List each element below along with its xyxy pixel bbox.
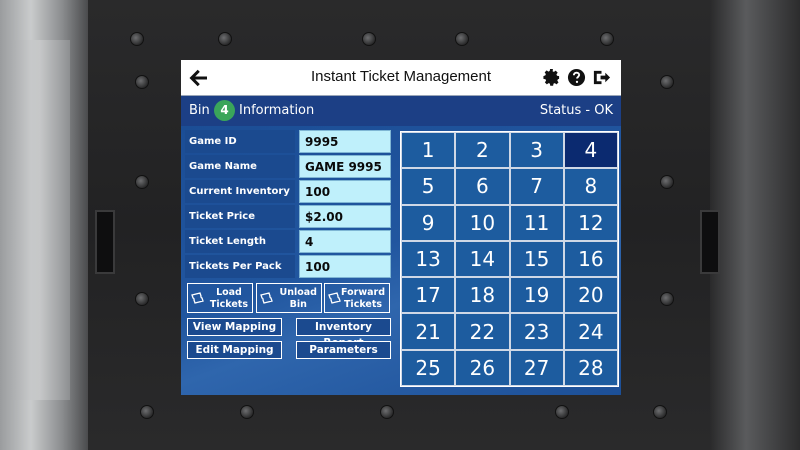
logout-icon[interactable]: [592, 68, 611, 87]
forward-label-2: Tickets: [343, 299, 383, 310]
bin-cell-2[interactable]: 2: [455, 132, 510, 169]
device-right-panel: [710, 0, 800, 450]
load-label-2: Tickets: [209, 299, 248, 310]
ticket-icon: [260, 292, 274, 304]
bin-cell-17[interactable]: 17: [401, 277, 456, 314]
bin-cell-7[interactable]: 7: [509, 168, 564, 205]
unload-label-1: Unload: [279, 287, 317, 298]
field-label: Tickets Per Pack: [185, 255, 295, 278]
field-value: 4: [299, 230, 391, 253]
bin-cell-23[interactable]: 23: [509, 313, 564, 350]
field-value: 100: [299, 180, 391, 203]
bin-cell-24[interactable]: 24: [563, 313, 618, 350]
bin-cell-11[interactable]: 11: [509, 204, 564, 241]
bin-cell-3[interactable]: 3: [509, 132, 564, 169]
ticket-price-field: Ticket Price $2.00: [185, 205, 391, 228]
field-label: Ticket Length: [185, 230, 295, 253]
game-id-field: Game ID 9995: [185, 130, 391, 153]
bin-cell-9[interactable]: 9: [401, 204, 456, 241]
header-bar: Instant Ticket Management: [181, 60, 621, 96]
bin-cell-25[interactable]: 25: [401, 349, 456, 386]
bin-cell-8[interactable]: 8: [563, 168, 618, 205]
bin-cell-13[interactable]: 13: [401, 240, 456, 278]
tickets-per-pack-field: Tickets Per Pack 100: [185, 255, 391, 278]
screw: [135, 75, 149, 89]
parameters-button[interactable]: Parameters: [296, 341, 391, 359]
screw: [380, 405, 394, 419]
screw: [218, 32, 232, 46]
ticket-icon: [191, 292, 205, 304]
field-label: Ticket Price: [185, 205, 295, 228]
screw: [660, 292, 674, 306]
game-name-field: Game Name GAME 9995: [185, 155, 391, 178]
bin-cell-10[interactable]: 10: [455, 204, 510, 241]
unload-bin-button[interactable]: Unload Bin: [256, 283, 322, 313]
edit-mapping-button[interactable]: Edit Mapping: [187, 341, 282, 359]
bin-cell-6[interactable]: 6: [455, 168, 510, 205]
unload-label-2: Bin: [289, 299, 307, 310]
bin-cell-15[interactable]: 15: [509, 240, 564, 278]
view-mapping-button[interactable]: View Mapping: [187, 318, 282, 336]
bin-cell-28[interactable]: 28: [563, 349, 618, 386]
screw: [660, 175, 674, 189]
screw: [135, 175, 149, 189]
device-left-panel: [0, 0, 88, 450]
bin-grid: 1 2 3 4 5 6 7 8 9 10 11 12 13 14 15 16 17 18 19 20 21 22 23 24 2…: [400, 131, 619, 387]
field-value: GAME 9995: [299, 155, 391, 178]
bin-cell-1[interactable]: 1: [401, 132, 456, 169]
bin-cell-19[interactable]: 19: [509, 277, 564, 314]
bin-cell-12[interactable]: 12: [563, 204, 618, 241]
bin-cell-5[interactable]: 5: [401, 168, 456, 205]
bin-cell-20[interactable]: 20: [563, 277, 618, 314]
inventory-report-button[interactable]: Inventory Report: [296, 318, 391, 349]
screw: [555, 405, 569, 419]
forward-tickets-button[interactable]: Forward Tickets: [324, 283, 390, 313]
screw: [455, 32, 469, 46]
screw: [135, 292, 149, 306]
bin-info-bar: Bin 4 Information Status - OK: [181, 96, 621, 126]
load-label-1: Load: [216, 287, 242, 298]
field-label: Game Name: [185, 155, 295, 178]
bin-cell-16[interactable]: 16: [563, 240, 618, 278]
gear-icon[interactable]: [542, 68, 561, 87]
bin-number-badge: 4: [214, 100, 235, 121]
bin-cell-14[interactable]: 14: [455, 240, 510, 278]
bin-cell-21[interactable]: 21: [401, 313, 456, 350]
forward-label-1: Forward: [341, 287, 385, 298]
field-label: Current Inventory: [185, 180, 295, 203]
field-label: Game ID: [185, 130, 295, 153]
screw: [362, 32, 376, 46]
screw: [140, 405, 154, 419]
field-value: 100: [299, 255, 391, 278]
field-value: $2.00: [299, 205, 391, 228]
ticket-icon: [328, 292, 342, 304]
screw: [653, 405, 667, 419]
mount-bracket: [700, 210, 720, 274]
mount-bracket: [95, 210, 115, 274]
help-icon[interactable]: [567, 68, 586, 87]
current-inventory-field: Current Inventory 100: [185, 180, 391, 203]
status-text: Status - OK: [539, 103, 613, 118]
information-label: Information: [239, 103, 315, 118]
bin-cell-26[interactable]: 26: [455, 349, 510, 386]
bin-cell-22[interactable]: 22: [455, 313, 510, 350]
bin-label: Bin: [189, 103, 210, 118]
ticket-length-field: Ticket Length 4: [185, 230, 391, 253]
load-tickets-button[interactable]: Load Tickets: [187, 283, 253, 313]
screw: [240, 405, 254, 419]
screw: [600, 32, 614, 46]
screw: [130, 32, 144, 46]
screw: [660, 75, 674, 89]
touch-screen: Instant Ticket Management Bin 4 Informat…: [181, 60, 621, 395]
field-value: 9995: [299, 130, 391, 153]
bin-cell-4[interactable]: 4: [563, 132, 618, 169]
header-actions: [542, 68, 611, 87]
bin-cell-18[interactable]: 18: [455, 277, 510, 314]
bin-cell-27[interactable]: 27: [509, 349, 564, 386]
